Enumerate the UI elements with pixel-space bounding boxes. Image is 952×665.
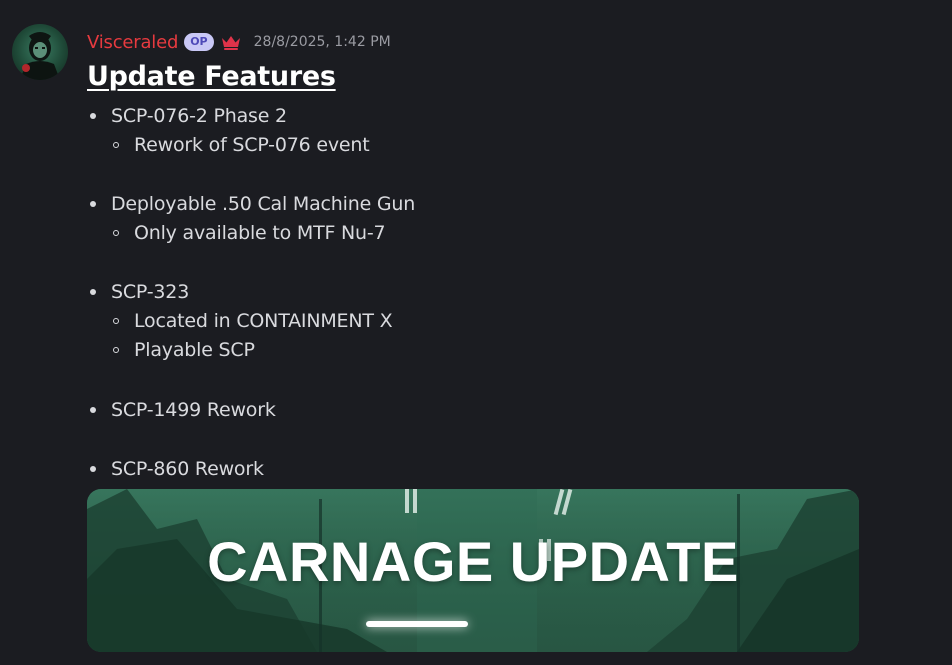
banner-glow-bar bbox=[366, 621, 468, 627]
list-item: Deployable .50 Cal Machine Gun bbox=[111, 193, 416, 215]
sub-bullet-icon bbox=[113, 318, 119, 324]
avatar[interactable] bbox=[12, 24, 68, 80]
sub-bullet-icon bbox=[113, 142, 119, 148]
chat-message: Visceraled OP 28/8/2025, 1:42 PM Update … bbox=[0, 0, 952, 665]
list-item: SCP-860 Rework bbox=[111, 458, 264, 480]
bullet-icon bbox=[90, 289, 96, 295]
message-title: Update Features bbox=[87, 61, 336, 92]
bullet-icon bbox=[90, 201, 96, 207]
sub-bullet-icon bbox=[113, 347, 119, 353]
bullet-icon bbox=[90, 113, 96, 119]
bullet-icon bbox=[90, 466, 96, 472]
list-subitem: Located in CONTAINMENT X bbox=[134, 310, 393, 332]
banner-image[interactable]: CARNAGE UPDATE bbox=[87, 489, 859, 652]
sub-bullet-icon bbox=[113, 230, 119, 236]
crown-icon bbox=[220, 33, 242, 51]
bullet-icon bbox=[90, 407, 96, 413]
list-subitem: Only available to MTF Nu-7 bbox=[134, 222, 386, 244]
list-subitem: Rework of SCP-076 event bbox=[134, 134, 370, 156]
timestamp: 28/8/2025, 1:42 PM bbox=[253, 34, 391, 50]
list-item: SCP-323 bbox=[111, 281, 190, 303]
username[interactable]: Visceraled bbox=[87, 32, 178, 53]
list-subitem: Playable SCP bbox=[134, 339, 255, 361]
list-item: SCP-1499 Rework bbox=[111, 399, 276, 421]
message-header: Visceraled OP 28/8/2025, 1:42 PM bbox=[87, 29, 391, 55]
avatar-icon bbox=[20, 32, 60, 80]
op-badge: OP bbox=[184, 33, 214, 51]
banner-title: CARNAGE UPDATE bbox=[207, 530, 739, 593]
list-item: SCP-076-2 Phase 2 bbox=[111, 105, 287, 127]
